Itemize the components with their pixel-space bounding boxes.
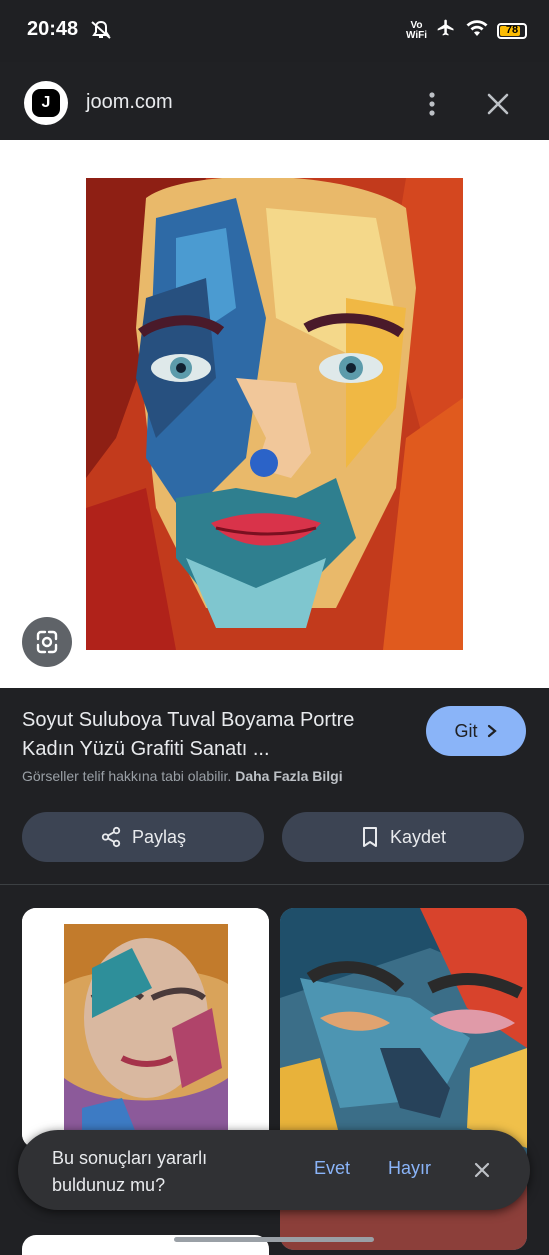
airplane-icon	[435, 18, 457, 43]
image-preview[interactable]	[0, 140, 549, 688]
share-button[interactable]: Paylaş	[22, 812, 264, 862]
close-icon	[474, 1162, 490, 1178]
bookmark-icon	[362, 827, 377, 847]
result-info: Soyut Suluboya Tuval Boyama Portre Kadın…	[0, 688, 549, 888]
learn-more-link[interactable]: Daha Fazla Bilgi	[235, 768, 342, 784]
result-title[interactable]: Soyut Suluboya Tuval Boyama Portre Kadın…	[22, 706, 412, 764]
site-logo[interactable]: J	[24, 81, 68, 125]
lens-search-button[interactable]	[22, 617, 72, 667]
visit-button[interactable]: Git	[426, 706, 526, 756]
share-label: Paylaş	[131, 826, 187, 847]
feedback-yes-button[interactable]: Evet	[314, 1158, 350, 1179]
feedback-no-button[interactable]: Hayır	[388, 1158, 431, 1179]
section-divider	[0, 884, 549, 885]
wifi-icon	[465, 19, 489, 42]
copyright-notice: Görseller telif hakkına tabi olabilir. D…	[22, 768, 343, 784]
feedback-close-button[interactable]	[470, 1158, 494, 1182]
more-options-button[interactable]	[416, 88, 448, 120]
visit-label: Git	[454, 720, 478, 741]
lens-icon	[36, 630, 58, 654]
related-image-card[interactable]	[22, 908, 269, 1148]
chevron-right-icon	[487, 724, 497, 738]
mute-icon	[90, 20, 112, 45]
save-button[interactable]: Kaydet	[282, 812, 524, 862]
close-icon	[487, 93, 509, 115]
gesture-home-bar[interactable]	[174, 1237, 374, 1242]
status-time: 20:48	[27, 18, 79, 40]
site-logo-letter: J	[32, 89, 60, 117]
status-bar: 20:48 Vo WiFi 78	[0, 0, 549, 62]
portrait-painting	[86, 178, 463, 650]
battery-level: 78	[505, 23, 519, 36]
more-vert-icon	[429, 92, 435, 116]
feedback-question: Bu sonuçları yararlı buldunuz mu?	[52, 1148, 208, 1195]
site-domain[interactable]: joom.com	[86, 91, 173, 114]
vowifi-icon: Vo WiFi	[405, 19, 427, 41]
battery-icon: 78	[497, 22, 527, 39]
save-label: Kaydet	[389, 826, 447, 847]
related-portrait-image	[22, 908, 269, 1148]
feedback-prompt: Bu sonuçları yararlı buldunuz mu? Evet H…	[18, 1130, 530, 1210]
share-icon	[101, 826, 121, 848]
viewer-toolbar: J joom.com	[0, 62, 549, 140]
close-button[interactable]	[482, 88, 514, 120]
